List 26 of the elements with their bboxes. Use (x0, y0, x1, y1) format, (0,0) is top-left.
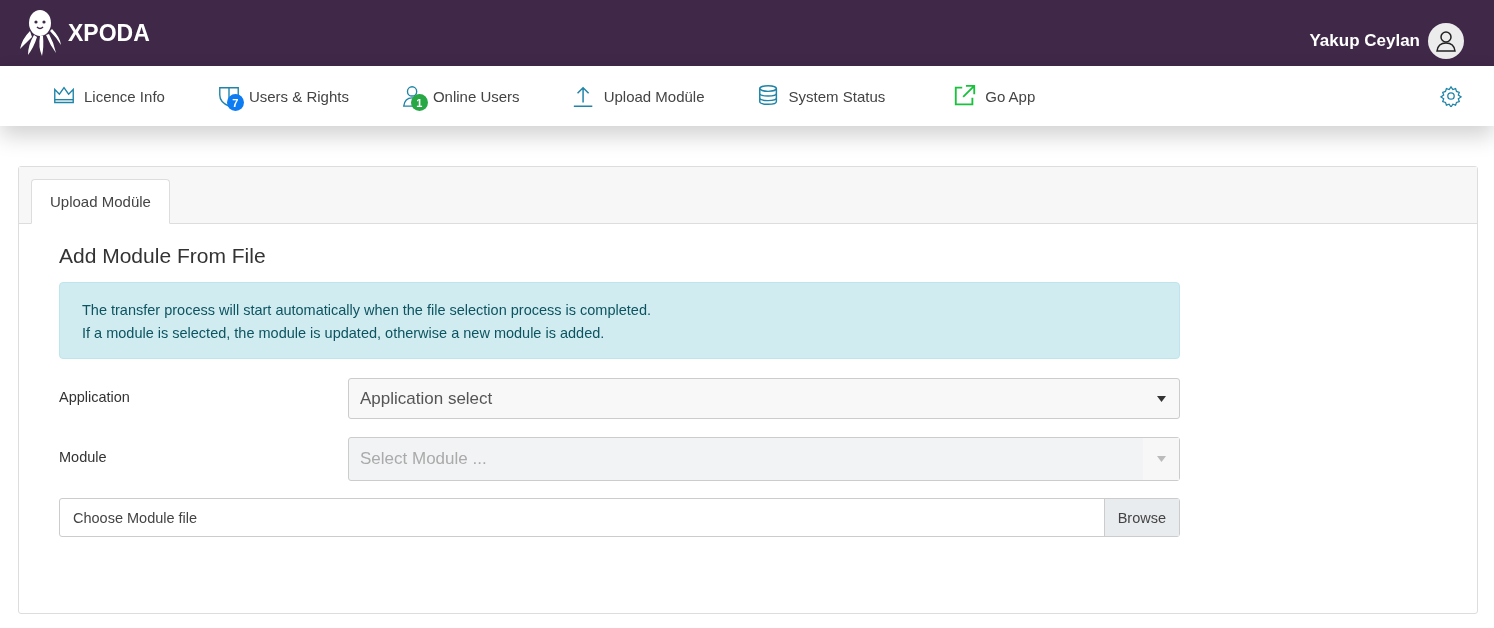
info-text: If a module is selected, the module is updated, otherwise a new module is added. (82, 324, 606, 343)
external-link-icon (953, 84, 978, 108)
nav-link[interactable]: Go App (953, 84, 1036, 108)
browse-button[interactable]: Browse (1103, 499, 1179, 536)
field-label: Module (59, 449, 108, 465)
select-field: Select Module ... (348, 437, 1180, 481)
nav-link[interactable]: 1 Online Users (400, 84, 520, 108)
nav-link[interactable]: 7 Users & Rights (216, 84, 349, 108)
count-badge: 1 (410, 94, 428, 111)
user-name: Yakup Ceylan (1309, 31, 1420, 51)
file-input-field[interactable]: Choose Module file Browse (59, 498, 1180, 537)
nav-link[interactable]: System Status (756, 84, 886, 108)
avatar-icon[interactable] (1428, 23, 1464, 59)
nav-link[interactable]: Upload Modüle (571, 84, 705, 108)
nav-link[interactable]: Licence Info (52, 84, 165, 108)
tab[interactable]: Upload Modüle (31, 179, 170, 224)
octopus-logo-icon (18, 9, 62, 57)
count-badge: 7 (226, 94, 244, 111)
caret-icon (1156, 395, 1166, 402)
select-field[interactable]: Application select (348, 378, 1180, 419)
section-title: Add Module From File (59, 244, 267, 268)
field-label: Application (59, 388, 131, 405)
settings-icon[interactable] (1440, 85, 1462, 107)
brand-name: XPODA (68, 19, 150, 47)
caret-icon (1156, 456, 1166, 462)
info-text: The transfer process will start automatically when the file selection process is completed. (82, 301, 652, 320)
